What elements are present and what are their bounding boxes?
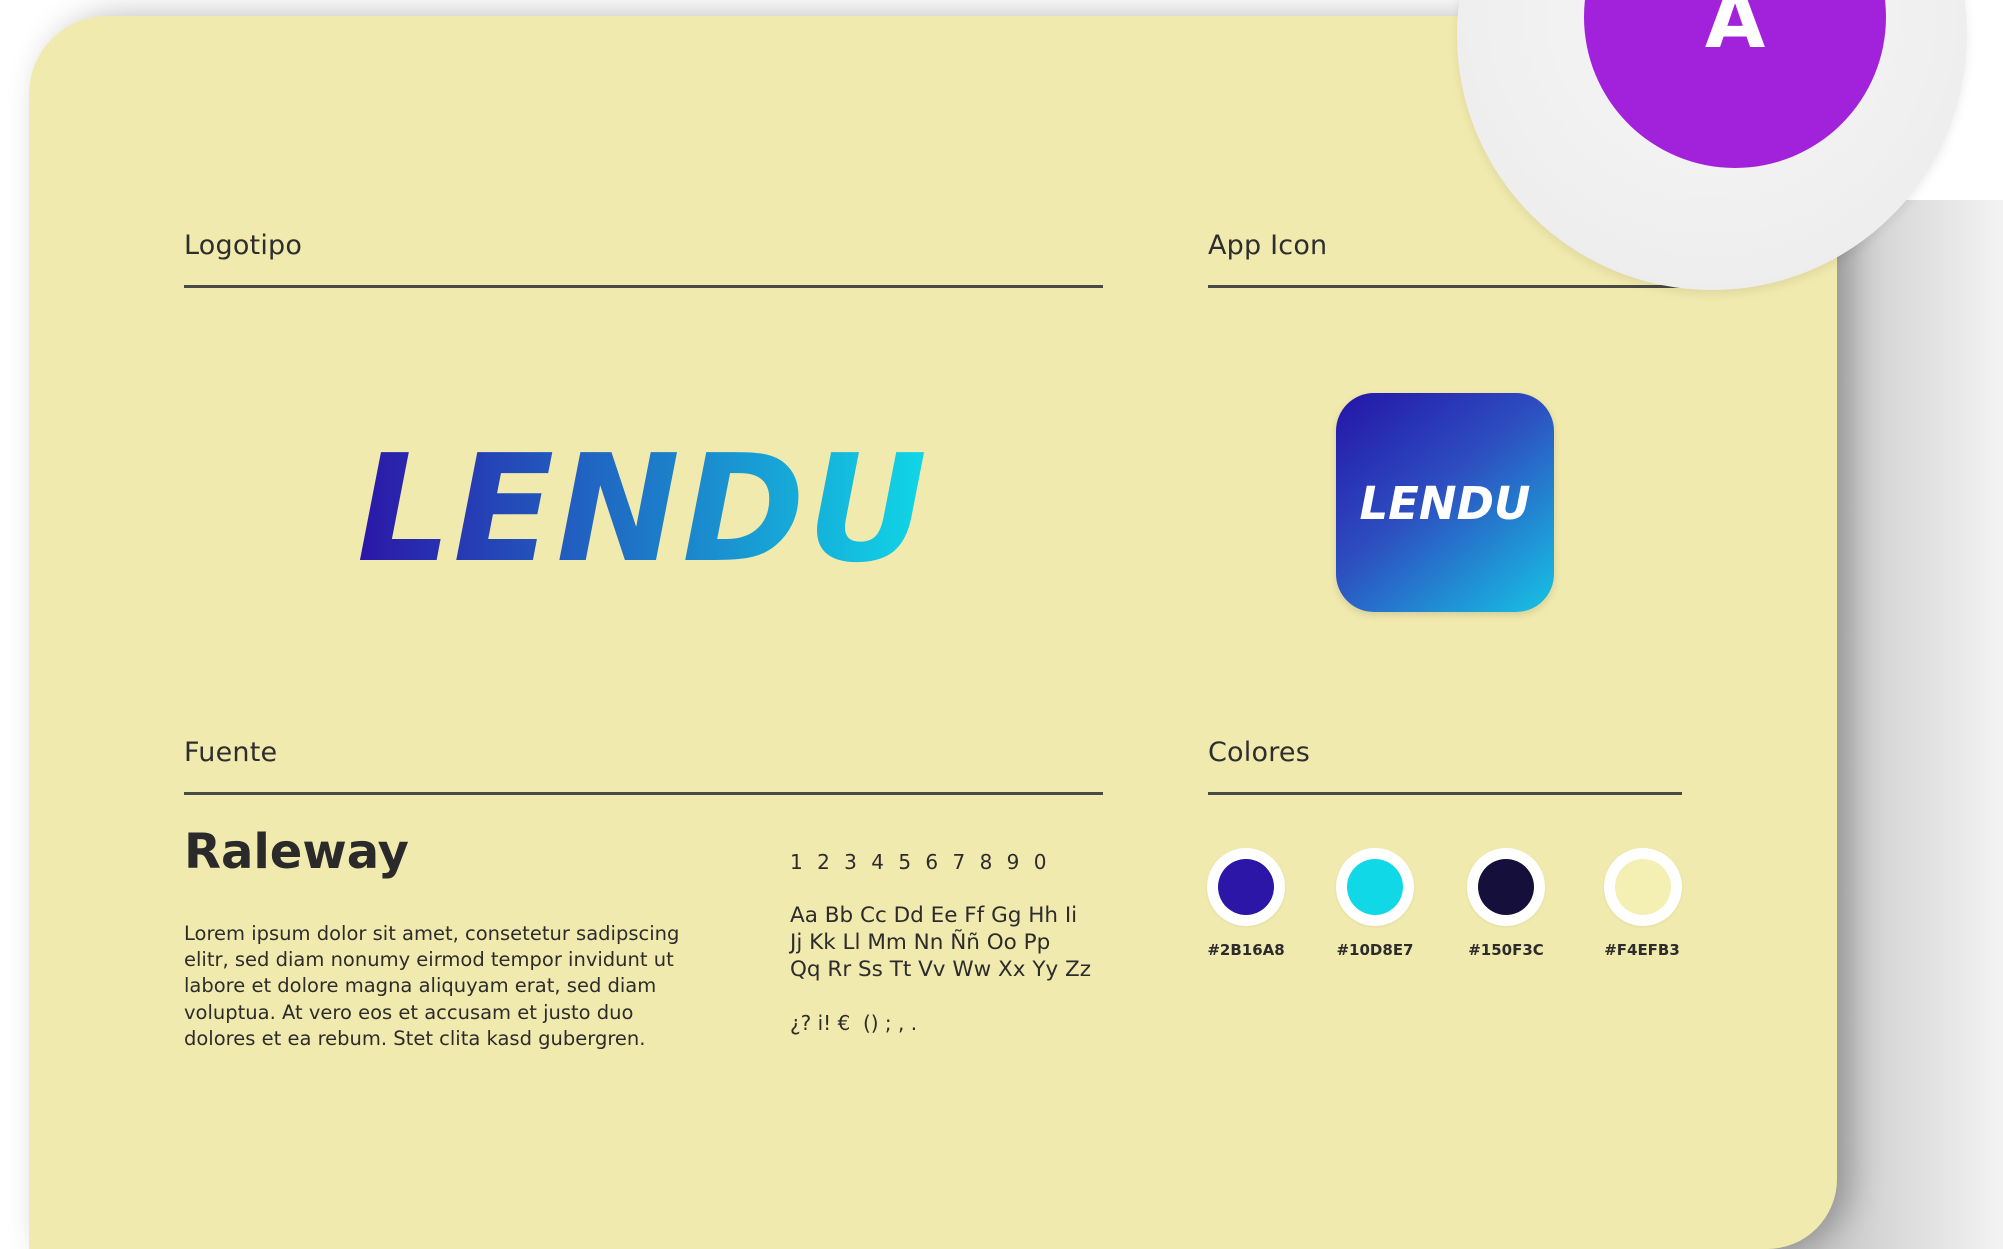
color-swatch-dot <box>1347 859 1403 915</box>
lendu-logo: LENDU <box>184 420 1103 595</box>
font-name: Raleway <box>184 824 409 880</box>
logotipo-divider <box>184 285 1103 288</box>
logotipo-heading: Logotipo <box>184 230 303 261</box>
color-swatch <box>1604 848 1682 926</box>
app-icon-svg: LENDU <box>1360 477 1531 530</box>
color-swatch-label: #10D8E7 <box>1336 941 1414 959</box>
alphabet-line: Aa Bb Cc Dd Ee Ff Gg Hh Ii <box>790 903 1078 928</box>
color-swatch <box>1207 848 1285 926</box>
lendu-logo-svg: LENDU <box>357 423 929 595</box>
color-swatch-label: #150F3C <box>1468 941 1544 959</box>
font-alphabet: Aa Bb Cc Dd Ee Ff Gg Hh Ii Jj Kk Ll Mm N… <box>790 902 1120 983</box>
color-swatch-label: #F4EFB3 <box>1604 941 1680 959</box>
badge-letter: A <box>1704 0 1766 66</box>
color-swatch <box>1467 848 1545 926</box>
color-swatch-label: #2B16A8 <box>1207 941 1285 959</box>
fuente-divider <box>184 792 1103 795</box>
app-icon-divider <box>1208 285 1682 288</box>
colores-heading: Colores <box>1208 737 1310 768</box>
color-swatch-dot <box>1615 859 1671 915</box>
font-sample-paragraph: Lorem ipsum dolor sit amet, consetetur s… <box>184 922 680 1050</box>
brand-guide-stage: Logotipo LENDU App Icon LENDU Fuente Ral… <box>0 0 2003 1249</box>
app-icon-heading: App Icon <box>1208 230 1328 261</box>
color-swatch-dot <box>1218 859 1274 915</box>
color-swatch <box>1336 848 1414 926</box>
lendu-wordmark: LENDU <box>357 423 929 580</box>
font-symbols: ¿? i! € () ; , . <box>790 1011 918 1035</box>
alphabet-line: Qq Rr Ss Tt Vv Ww Xx Yy Zz <box>790 957 1092 982</box>
app-icon-wordmark: LENDU <box>1360 477 1531 530</box>
font-digits: 1 2 3 4 5 6 7 8 9 0 <box>790 850 1051 874</box>
lendu-app-icon: LENDU <box>1336 393 1554 612</box>
color-swatch-dot <box>1478 859 1534 915</box>
alphabet-line: Jj Kk Ll Mm Nn Ññ Oo Pp <box>790 930 1051 955</box>
colores-divider <box>1208 792 1682 795</box>
fuente-heading: Fuente <box>184 737 278 768</box>
